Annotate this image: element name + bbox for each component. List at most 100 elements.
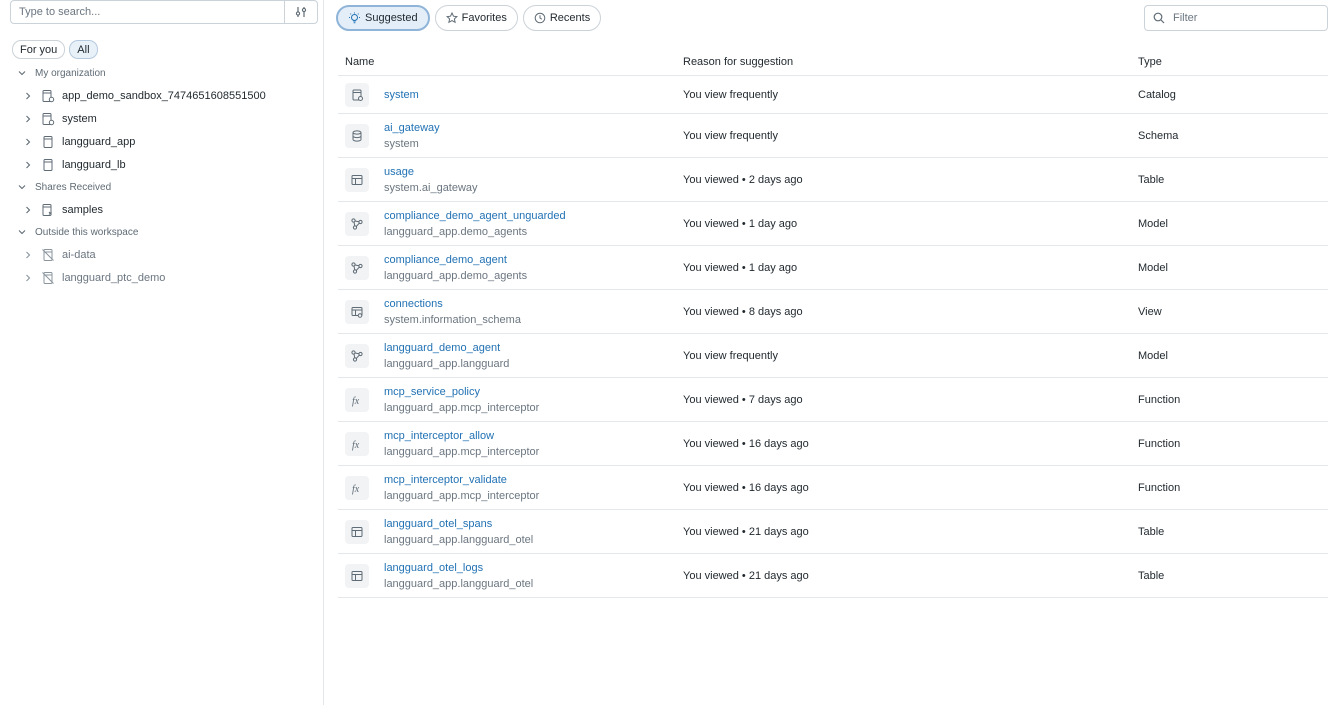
search-input[interactable] — [10, 0, 284, 24]
star-icon — [445, 12, 458, 24]
cell-name: connections system.information_schema — [338, 296, 683, 328]
tree-item-ai-data[interactable]: ai-data — [0, 243, 324, 266]
cell-reason: You view frequently — [683, 349, 778, 362]
pill-for-you[interactable]: For you — [12, 40, 66, 59]
cell-name: system — [338, 82, 683, 107]
object-path: langguard_app.demo_agents — [384, 269, 528, 282]
table-row[interactable]: system You view frequently Catalog — [338, 76, 1328, 114]
object-name-link[interactable]: compliance_demo_agent_unguarded — [384, 208, 566, 224]
cell-name: usage system.ai_gateway — [338, 164, 683, 196]
object-name-link[interactable]: system — [384, 87, 419, 103]
object-path: langguard_app.langguard — [384, 357, 510, 370]
tree-item-langguard-app[interactable]: langguard_app — [0, 130, 324, 153]
tab-label: Favorites — [461, 12, 507, 24]
cell-reason: You viewed • 21 days ago — [683, 569, 809, 582]
tree-item-langguard-ptc-demo[interactable]: langguard_ptc_demo — [0, 266, 324, 289]
chevron-right-icon — [26, 251, 31, 258]
search-icon — [1153, 12, 1165, 24]
cell-reason: You viewed • 1 day ago — [683, 261, 798, 274]
table-row[interactable]: langguard_otel_logs langguard_app.langgua… — [338, 554, 1328, 598]
object-name-link[interactable]: langguard_otel_logs — [384, 560, 533, 576]
table-row[interactable]: ai_gateway system You view frequently Schem… — [338, 114, 1328, 158]
cell-type: Function — [1138, 437, 1181, 450]
object-path: system.ai_gateway — [384, 181, 478, 194]
cell-name: langguard_otel_logs langguard_app.langgua… — [338, 560, 683, 592]
function-icon: fx — [345, 387, 369, 412]
cell-name: compliance_demo_agent langguard_app.demo_… — [338, 252, 683, 284]
table-row[interactable]: connections system.information_schema You … — [338, 290, 1328, 334]
table-row[interactable]: compliance_demo_agent langguard_app.demo_… — [338, 246, 1328, 290]
tree-section-outside-workspace[interactable]: Outside this workspace — [0, 221, 324, 243]
svg-text:fx: fx — [352, 484, 360, 495]
object-name-link[interactable]: compliance_demo_agent — [384, 252, 527, 268]
table-row[interactable]: compliance_demo_agent_unguarded langguard… — [338, 202, 1328, 246]
cell-type: Catalog — [1138, 88, 1176, 101]
table-row[interactable]: fx mcp_service_policy langguard_app.mcp_in… — [338, 378, 1328, 422]
tree-item-system[interactable]: system — [0, 107, 324, 130]
tree-item-label: ai-data — [62, 248, 96, 261]
catalog-unavailable-icon — [42, 248, 54, 261]
cell-reason: You viewed • 16 days ago — [683, 437, 809, 450]
suggestion-tabs: Suggested Favorites Recents — [336, 5, 602, 31]
object-path: langguard_app.mcp_interceptor — [384, 445, 540, 458]
table-row[interactable]: langguard_otel_spans langguard_app.langgu… — [338, 510, 1328, 554]
cell-reason: You viewed • 8 days ago — [683, 305, 803, 318]
object-name-link[interactable]: ai_gateway — [384, 120, 440, 136]
table-row[interactable]: langguard_demo_agent langguard_app.langgu… — [338, 334, 1328, 378]
cell-reason: You viewed • 7 days ago — [683, 393, 803, 406]
table-icon — [345, 167, 369, 192]
tree-item-langguard-lb[interactable]: langguard_lb — [0, 153, 324, 176]
cell-name: langguard_demo_agent langguard_app.langgu… — [338, 340, 683, 372]
object-name-link[interactable]: langguard_otel_spans — [384, 516, 533, 532]
filter-input[interactable] — [1171, 11, 1325, 25]
tab-favorites[interactable]: Favorites — [434, 5, 518, 31]
tree-item-app-demo-sandbox[interactable]: app_demo_sandbox_7474651608551500 — [0, 84, 324, 107]
column-header-type[interactable]: Type — [1138, 56, 1328, 68]
cell-name: ai_gateway system — [338, 120, 683, 152]
object-name-link[interactable]: langguard_demo_agent — [384, 340, 509, 356]
table-icon — [345, 519, 369, 544]
cell-reason: You view frequently — [683, 129, 778, 142]
object-name-link[interactable]: mcp_service_policy — [384, 384, 539, 400]
tree-section-shares-received[interactable]: Shares Received — [0, 176, 324, 198]
chevron-down-icon — [18, 71, 26, 76]
sidebar-search — [10, 0, 318, 25]
filter-settings-button[interactable] — [284, 0, 318, 24]
tree-item-samples[interactable]: samples — [0, 198, 324, 221]
cell-type: Model — [1138, 349, 1168, 362]
tab-suggested[interactable]: Suggested — [336, 5, 430, 31]
model-icon — [345, 255, 369, 280]
chevron-right-icon — [26, 92, 31, 99]
column-header-reason[interactable]: Reason for suggestion — [683, 56, 1138, 68]
object-path: system.information_schema — [384, 313, 521, 326]
cell-name: fx mcp_interceptor_validate langguard_app.… — [338, 472, 683, 504]
cell-type: Model — [1138, 217, 1168, 230]
tab-recents[interactable]: Recents — [522, 5, 602, 31]
cell-type: View — [1138, 305, 1162, 318]
tree-item-label: system — [62, 112, 97, 125]
table-row[interactable]: fx mcp_interceptor_validate langguard_app.… — [338, 466, 1328, 510]
object-name-link[interactable]: mcp_interceptor_allow — [384, 428, 539, 444]
cell-type: Schema — [1138, 129, 1179, 142]
suggestions-table: Name Reason for suggestion Type system Yo… — [338, 48, 1328, 598]
tree-section-my-organization[interactable]: My organization — [0, 62, 324, 84]
svg-text:fx: fx — [352, 396, 360, 407]
cell-type: Table — [1138, 569, 1165, 582]
table-row[interactable]: usage system.ai_gateway You viewed • 2 day… — [338, 158, 1328, 202]
table-row[interactable]: fx mcp_interceptor_allow langguard_app.mcp… — [338, 422, 1328, 466]
shared-catalog-icon — [42, 203, 52, 216]
object-name-link[interactable]: mcp_interceptor_validate — [384, 472, 539, 488]
object-name-link[interactable]: connections — [384, 296, 521, 312]
chevron-down-icon — [18, 185, 26, 190]
column-header-name[interactable]: Name — [338, 56, 683, 68]
cell-type: Table — [1138, 173, 1165, 186]
filter-box — [1144, 5, 1328, 31]
tree-item-label: app_demo_sandbox_7474651608551500 — [62, 89, 266, 102]
sliders-icon — [295, 7, 307, 17]
cell-type: Table — [1138, 525, 1165, 538]
object-name-link[interactable]: usage — [384, 164, 478, 180]
object-path: langguard_app.langguard_otel — [384, 577, 534, 590]
pill-all[interactable]: All — [69, 40, 98, 59]
tree-section-label: Shares Received — [35, 181, 112, 193]
catalog-gear-icon — [42, 112, 55, 125]
